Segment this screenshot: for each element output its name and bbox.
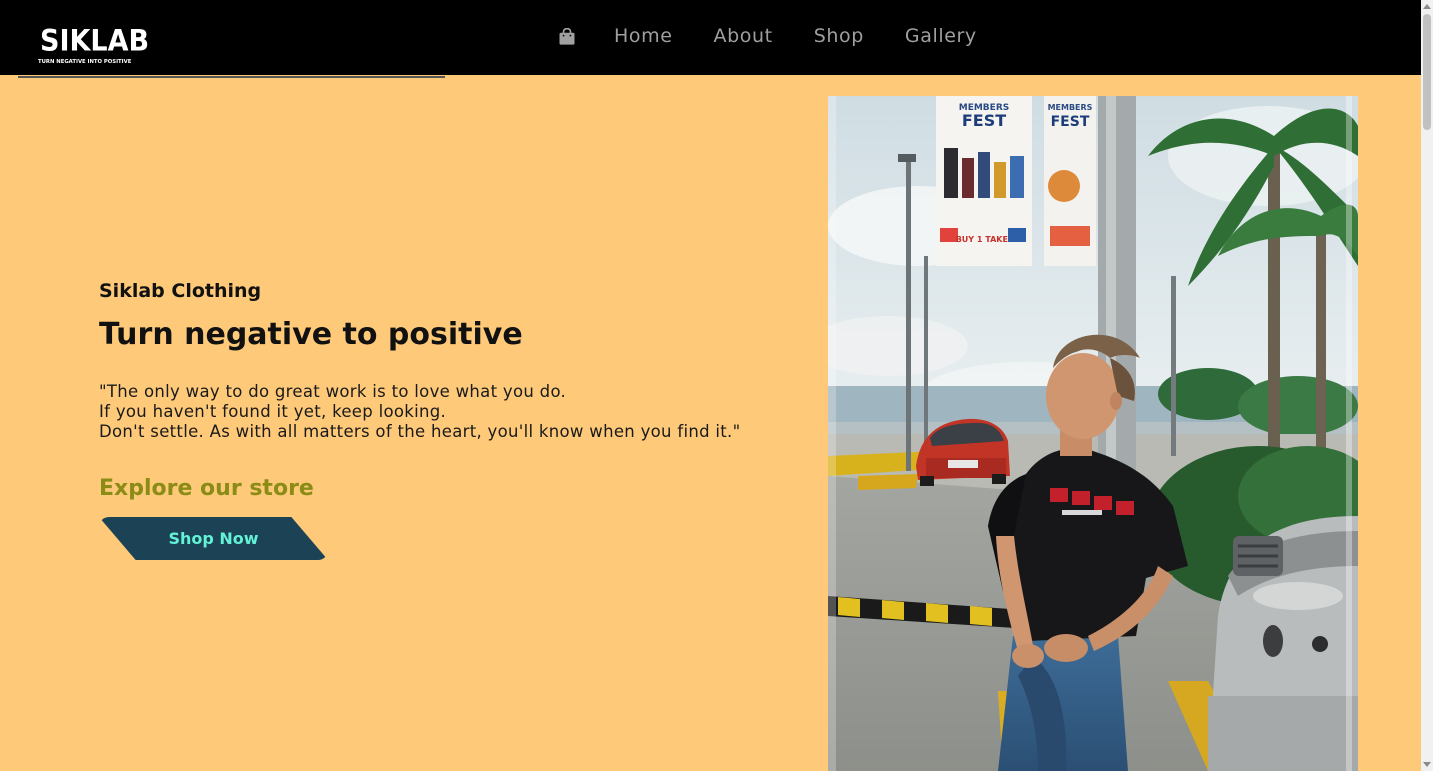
- scroll-down-icon[interactable]: [1423, 762, 1431, 767]
- banner-left-promo: BUY 1 TAKE 1: [956, 235, 1017, 244]
- hero-headline: Turn negative to positive: [99, 317, 523, 352]
- nav-about-link[interactable]: About: [714, 25, 773, 47]
- banner-left-line2: FEST: [962, 111, 1006, 130]
- quote-line: If you haven't found it yet, keep lookin…: [99, 402, 447, 421]
- shopping-bag-icon[interactable]: [556, 24, 578, 48]
- navbar: SIKLAB TURN NEGATIVE INTO POSITIVE Home …: [0, 0, 1421, 75]
- hero-divider: [18, 76, 445, 78]
- page-scrollbar[interactable]: [1421, 0, 1433, 771]
- nav-shop-link[interactable]: Shop: [814, 25, 864, 47]
- shop-now-button[interactable]: Shop Now: [99, 517, 328, 560]
- hero-quote: "The only way to do great work is to lov…: [99, 382, 799, 442]
- hero-section: Siklab Clothing Turn negative to positiv…: [99, 278, 799, 560]
- nav-gallery-link[interactable]: Gallery: [905, 25, 977, 47]
- banner-right-line2: FEST: [1051, 114, 1090, 130]
- nav-home-link[interactable]: Home: [614, 25, 673, 47]
- scrollbar-thumb[interactable]: [1423, 14, 1431, 130]
- hero-photo-illustration: MEMBERS FEST BUY 1 TAKE 1 MEMBERS FEST: [828, 96, 1358, 771]
- explore-heading: Explore our store: [99, 476, 314, 501]
- logo-tagline: TURN NEGATIVE INTO POSITIVE: [38, 59, 132, 65]
- main-nav: Home About Shop Gallery: [556, 20, 977, 52]
- quote-line: "The only way to do great work is to lov…: [99, 382, 567, 401]
- hero-photo: MEMBERS FEST BUY 1 TAKE 1 MEMBERS FEST: [828, 96, 1358, 771]
- scroll-up-icon[interactable]: [1423, 4, 1431, 9]
- siklab-logo[interactable]: SIKLAB TURN NEGATIVE INTO POSITIVE: [36, 25, 149, 70]
- quote-line: Don't settle. As with all matters of the…: [99, 422, 741, 441]
- banner-right-line1: MEMBERS: [1048, 103, 1093, 112]
- brand-name: Siklab Clothing: [99, 280, 262, 302]
- logo-wordmark: SIKLAB: [40, 24, 150, 59]
